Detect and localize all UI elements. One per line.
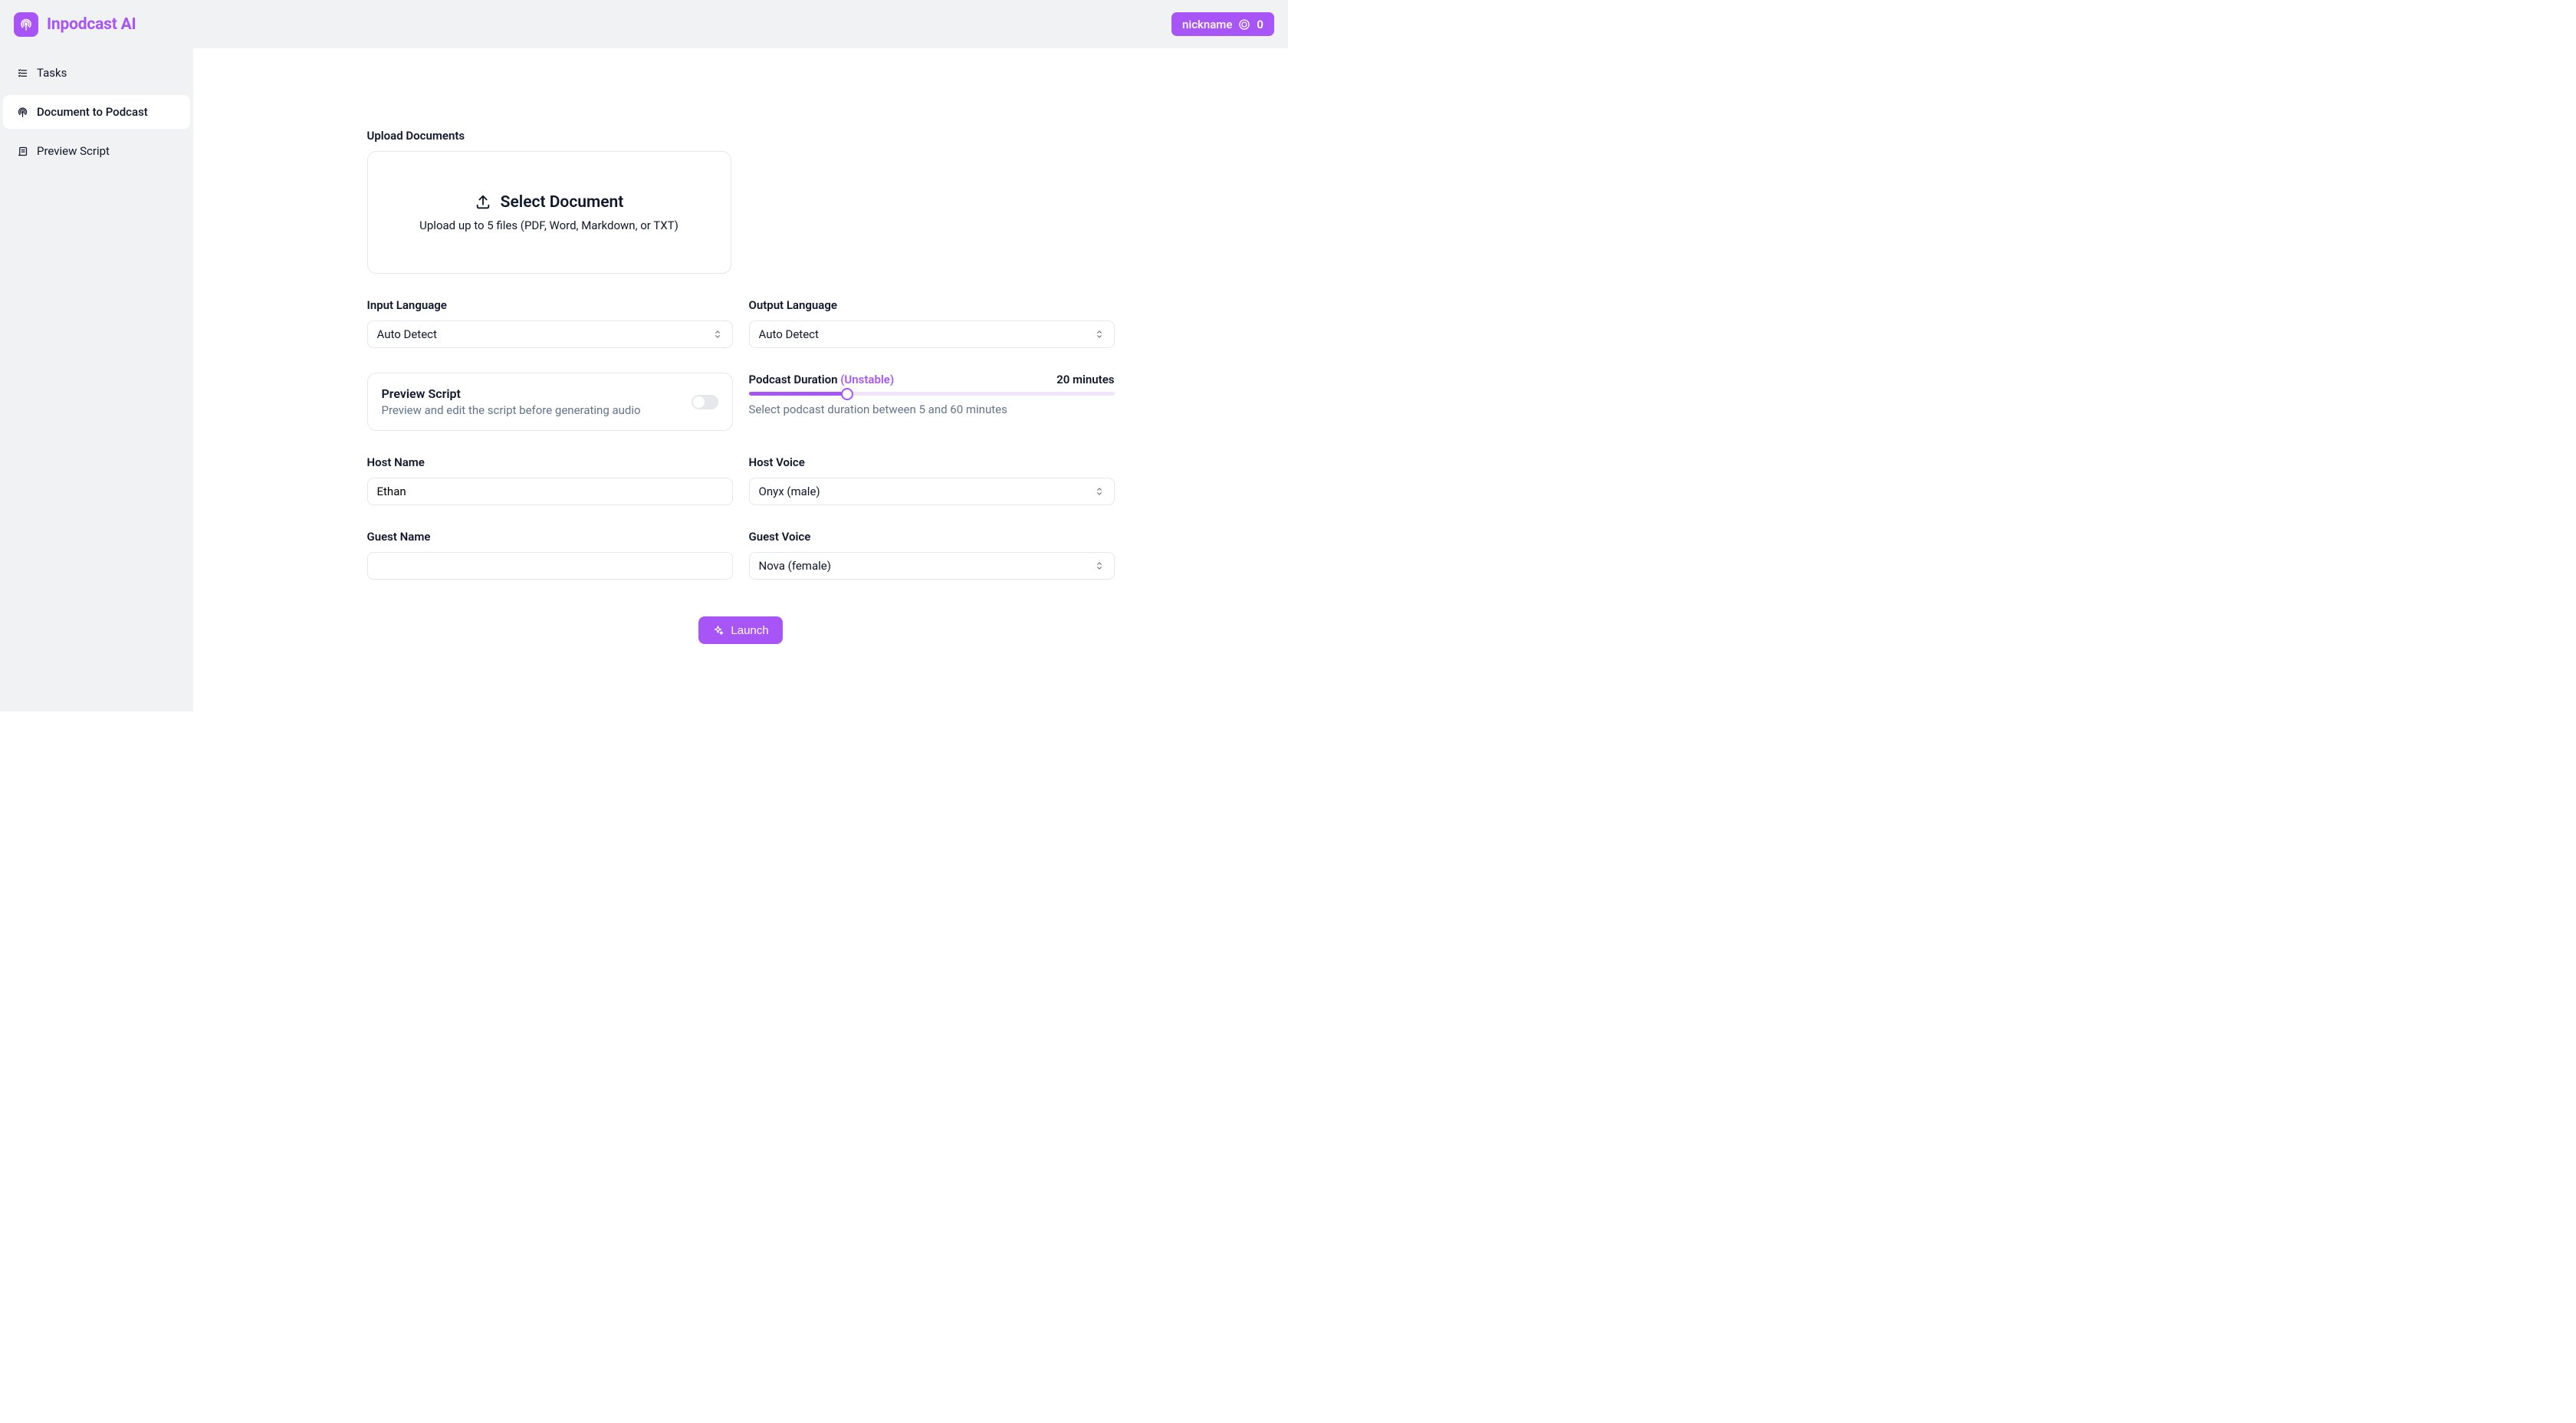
guest-name-input[interactable] (367, 552, 733, 580)
user-nickname: nickname (1182, 18, 1232, 31)
preview-script-field: Preview Script Preview and edit the scri… (367, 373, 733, 431)
launch-button[interactable]: Launch (698, 616, 782, 644)
duration-slider-thumb[interactable] (841, 388, 853, 400)
output-language-value: Auto Detect (759, 327, 819, 341)
guest-voice-field: Guest Voice Nova (female) (749, 530, 1115, 580)
brand: Inpodcast AI (14, 12, 136, 37)
host-voice-select[interactable]: Onyx (male) (749, 478, 1115, 505)
user-pill[interactable]: nickname 0 (1171, 12, 1274, 36)
upload-label: Upload Documents (367, 129, 1115, 143)
host-voice-value: Onyx (male) (759, 485, 820, 498)
upload-section: Upload Documents Select Document Upload … (367, 129, 1115, 274)
host-voice-field: Host Voice Onyx (male) (749, 455, 1115, 505)
chevron-up-down-icon (1094, 329, 1105, 340)
scroll-icon (17, 146, 28, 157)
main-content: Upload Documents Select Document Upload … (193, 48, 1288, 712)
sidebar-item-label: Preview Script (37, 144, 110, 158)
sidebar: Tasks Document to Podcast Preview Script (0, 48, 193, 712)
sidebar-item-document-to-podcast[interactable]: Document to Podcast (3, 95, 190, 129)
host-name-label: Host Name (367, 455, 733, 469)
guest-voice-select[interactable]: Nova (female) (749, 552, 1115, 580)
duration-slider-fill (749, 392, 848, 396)
guest-name-label: Guest Name (367, 530, 733, 544)
sidebar-item-tasks[interactable]: Tasks (3, 56, 190, 90)
duration-hint: Select podcast duration between 5 and 60… (749, 403, 1115, 416)
output-language-field: Output Language Auto Detect (749, 298, 1115, 348)
sidebar-item-label: Tasks (37, 66, 67, 80)
guest-name-field: Guest Name (367, 530, 733, 580)
podcast-logo-icon (19, 18, 33, 31)
preview-script-title: Preview Script (382, 386, 641, 401)
input-language-label: Input Language (367, 298, 733, 312)
host-voice-label: Host Voice (749, 455, 1115, 469)
chevron-up-down-icon (712, 329, 723, 340)
input-language-field: Input Language Auto Detect (367, 298, 733, 348)
upload-hint: Upload up to 5 files (PDF, Word, Markdow… (419, 219, 678, 232)
brand-name: Inpodcast AI (47, 15, 136, 34)
upload-icon (475, 194, 491, 211)
guest-voice-label: Guest Voice (749, 530, 1115, 544)
coin-icon (1238, 18, 1250, 31)
preview-script-toggle[interactable] (692, 395, 718, 409)
launch-label: Launch (731, 624, 768, 637)
preview-script-card: Preview Script Preview and edit the scri… (367, 373, 733, 431)
coin-count: 0 (1257, 18, 1263, 31)
host-name-field: Host Name (367, 455, 733, 505)
checklist-icon (17, 67, 28, 79)
logo (14, 12, 38, 37)
input-language-value: Auto Detect (377, 327, 437, 341)
duration-field: Podcast Duration (Unstable) 20 minutes S… (749, 373, 1115, 431)
output-language-label: Output Language (749, 298, 1115, 312)
duration-value: 20 minutes (1056, 373, 1114, 386)
sidebar-item-preview-script[interactable]: Preview Script (3, 134, 190, 168)
upload-dropzone[interactable]: Select Document Upload up to 5 files (PD… (367, 151, 731, 274)
duration-unstable-badge: (Unstable) (840, 373, 894, 386)
duration-label: Podcast Duration (Unstable) (749, 373, 895, 386)
chevron-up-down-icon (1094, 560, 1105, 571)
launch-row: Launch (367, 604, 1115, 644)
guest-voice-value: Nova (female) (759, 559, 831, 573)
app-header: Inpodcast AI nickname 0 (0, 0, 1288, 48)
sparkle-icon (712, 625, 724, 636)
host-name-input[interactable] (367, 478, 733, 505)
preview-script-desc: Preview and edit the script before gener… (382, 403, 641, 417)
input-language-select[interactable]: Auto Detect (367, 320, 733, 348)
upload-cta: Select Document (501, 193, 624, 212)
chevron-up-down-icon (1094, 486, 1105, 497)
podcast-icon (17, 107, 28, 118)
sidebar-item-label: Document to Podcast (37, 105, 148, 119)
duration-slider[interactable] (749, 392, 1115, 396)
output-language-select[interactable]: Auto Detect (749, 320, 1115, 348)
